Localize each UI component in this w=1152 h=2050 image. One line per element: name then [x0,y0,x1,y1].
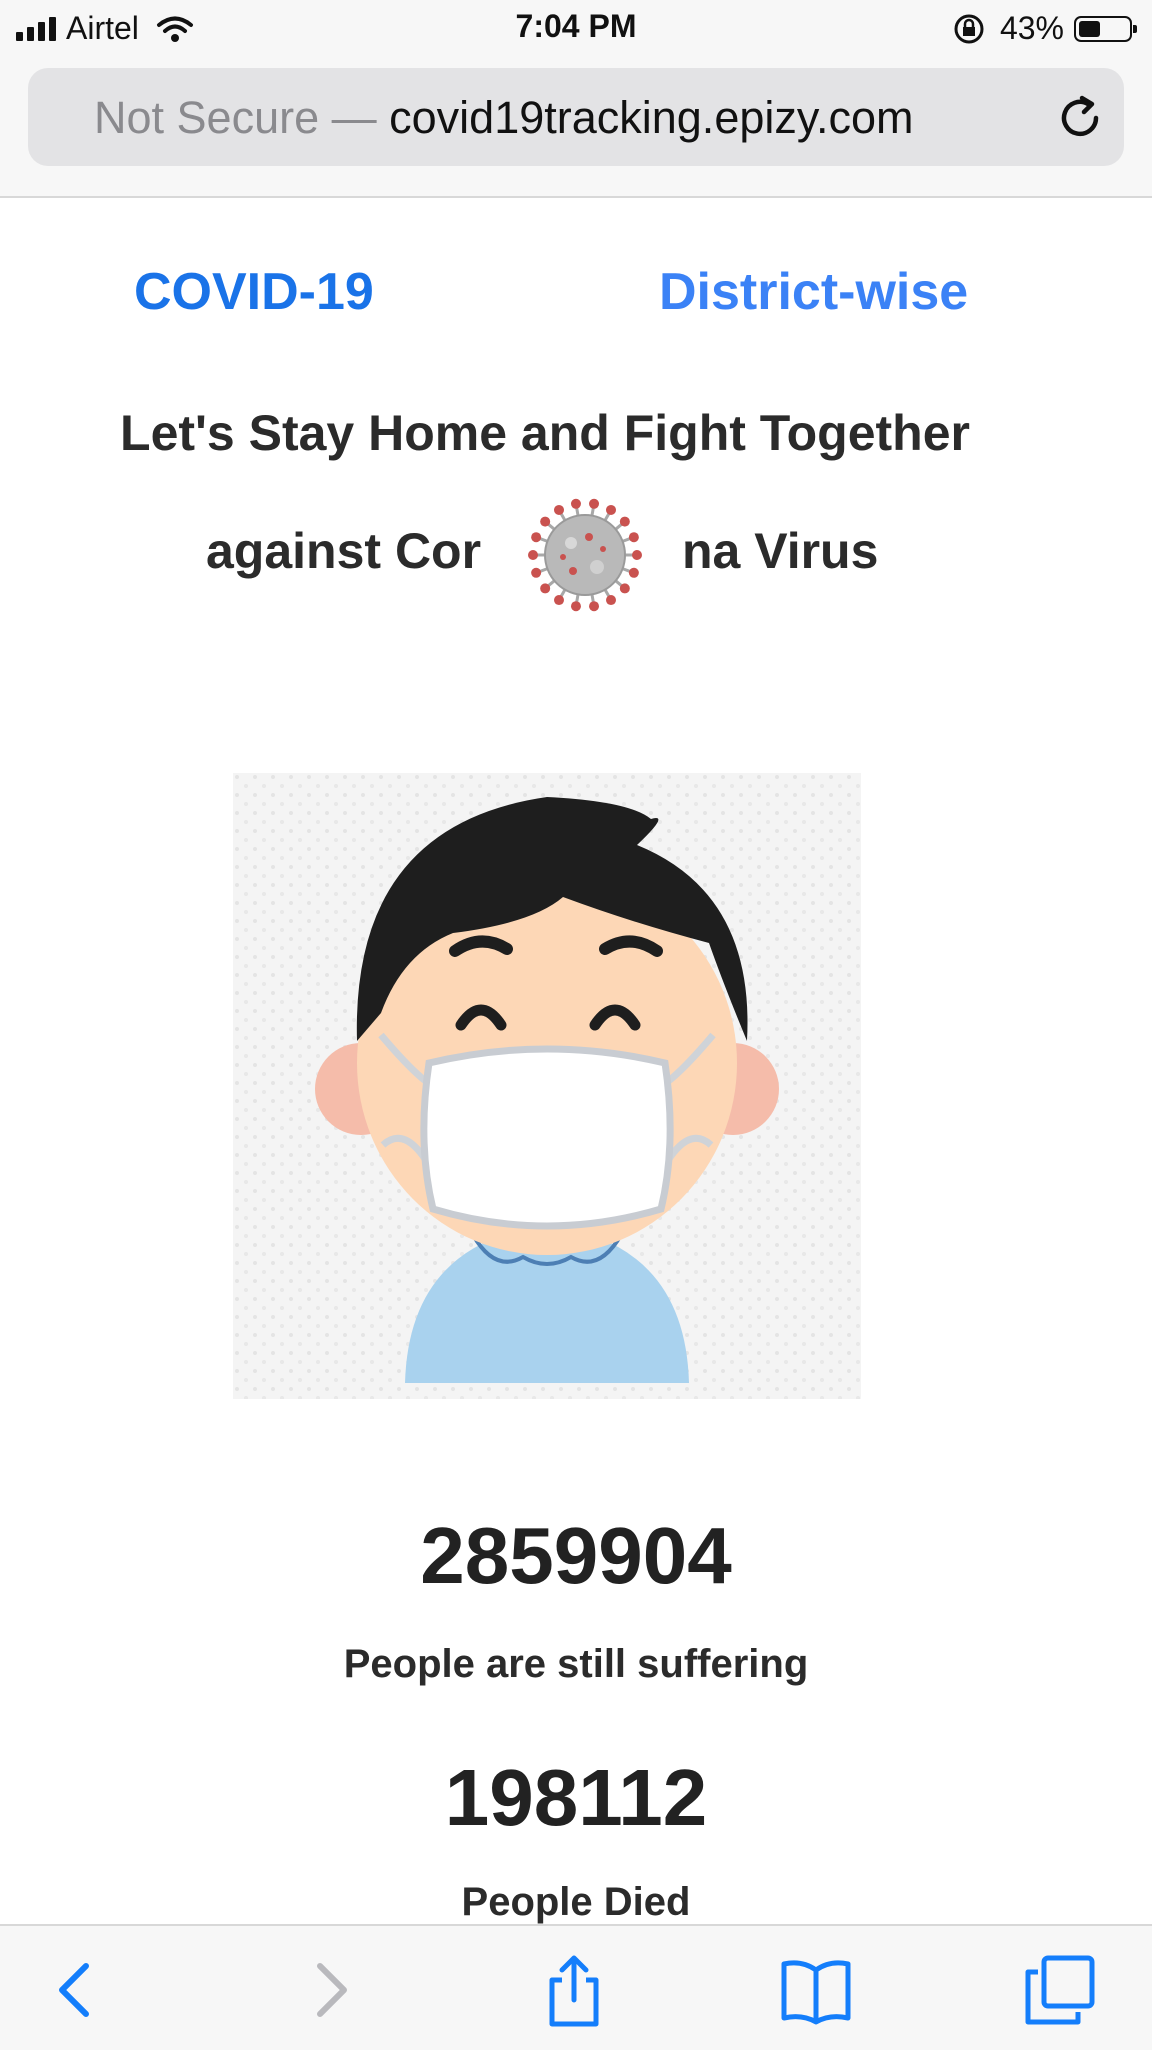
back-icon[interactable] [38,1952,114,2028]
active-cases-label: People are still suffering [343,1642,809,1686]
bookmarks-icon[interactable] [778,1952,854,2028]
battery-icon [1074,15,1137,42]
status-right: 43% [952,10,1137,47]
status-bar: Airtel 7:04 PM 43% [0,0,1152,58]
headline-line1: Let's Stay Home and Fight Together [120,405,970,461]
nav-link-covid19[interactable]: COVID-19 [134,262,374,322]
tabs-icon[interactable] [1022,1952,1098,2028]
deaths-count: 198112 [444,1753,708,1842]
url-text[interactable]: Not Secure — covid19tracking.epizy.com [94,92,914,144]
headline-line2-end: na Virus [682,523,879,579]
url-host: covid19tracking.epizy.com [389,92,914,143]
reload-icon[interactable] [1052,90,1108,146]
active-cases-count: 2859904 [420,1511,732,1600]
battery-percent: 43% [999,10,1064,46]
forward-icon[interactable] [292,1952,368,2028]
browser-bottom-bar [0,1924,1152,2050]
browser-toolbar: Not Secure — covid19tracking.epizy.com [0,58,1152,198]
masked-boy-illustration [233,773,861,1399]
headline-line2-start: against Cor [206,523,482,579]
nav-link-district-wise[interactable]: District-wise [659,262,968,322]
address-bar[interactable]: Not Secure — covid19tracking.epizy.com [28,68,1124,166]
share-icon[interactable] [536,1952,612,2028]
coronavirus-icon [528,498,642,612]
rotation-lock-icon [954,14,984,43]
security-label: Not Secure — [94,92,377,143]
deaths-label: People Died [461,1880,691,1924]
